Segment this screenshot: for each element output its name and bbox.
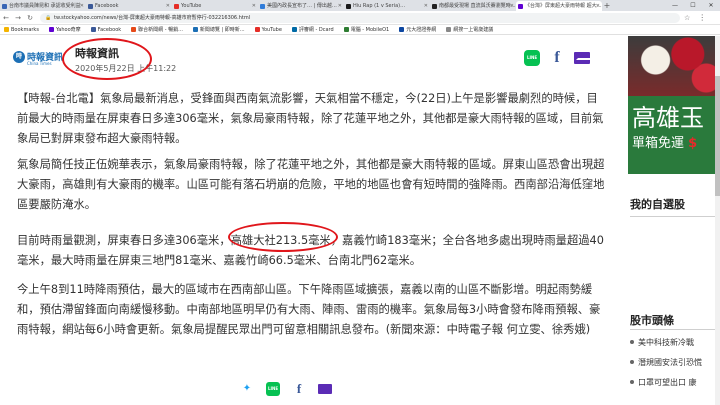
bookmark-item[interactable]: Bookmarks	[4, 27, 39, 33]
address-bar: ← → ↻ 🔒 tw.stockyahoo.com/news/台灣-屏東超大豪雨…	[0, 11, 720, 25]
stock-headlines-heading: 股市頭條	[630, 314, 674, 327]
bookmark-icon	[192, 27, 198, 32]
red-annotation-circle	[62, 38, 152, 80]
red-annotation-circle	[228, 222, 338, 252]
tab-favicon-icon	[432, 4, 437, 9]
bookmark-item[interactable]: Yahoo奇摩	[48, 26, 81, 33]
back-icon[interactable]: ←	[0, 14, 12, 22]
bookmarks-bar: Bookmarks Yahoo奇摩 Facebook 聯合新聞網 - 暢銷...…	[0, 25, 720, 35]
tab-favicon-icon	[260, 4, 265, 9]
url-text: tw.stockyahoo.com/news/台灣-屏東超大豪雨特報-高雄市府暫…	[54, 14, 251, 21]
close-icon[interactable]: ✕	[424, 1, 428, 11]
bookmark-star-icon[interactable]: ☆	[684, 14, 690, 22]
ad-banner[interactable]: 高雄玉 單箱免運 $	[628, 36, 720, 174]
close-icon[interactable]: ✕	[166, 1, 170, 11]
headline-link[interactable]: 口罩可望出口 康	[630, 377, 697, 388]
scrollbar-thumb[interactable]	[715, 76, 720, 196]
tab-favicon-icon	[174, 4, 179, 9]
bookmark-item[interactable]: 電腦 - MobileO1	[343, 26, 389, 33]
maximize-icon[interactable]: ☐	[684, 1, 702, 11]
bookmark-item[interactable]: 聯合新聞網 - 暢銷...	[131, 26, 183, 33]
close-icon[interactable]: ✕	[510, 1, 514, 11]
close-icon[interactable]: ✕	[338, 1, 342, 11]
minimize-icon[interactable]: —	[666, 1, 684, 11]
browser-tab[interactable]: YouTube ✕	[172, 1, 258, 11]
ad-price: $	[688, 136, 698, 151]
line-share-icon[interactable]: LINE	[266, 382, 280, 396]
tab-label: 美國內政長宣布了… | 傳出越…	[267, 3, 337, 9]
bookmark-icon	[131, 27, 137, 32]
mail-share-icon[interactable]	[318, 384, 332, 394]
headline-link[interactable]: 美中科技新冷戰	[630, 337, 694, 348]
bookmark-item[interactable]: 評審網 - Dcard	[291, 26, 334, 33]
browser-tab-bar: 台南市議員陳昆和 承認收受利益 ✕ Facebook ✕ YouTube ✕ 美國內政…	[0, 0, 720, 11]
bookmark-item[interactable]: YouTube	[254, 27, 282, 33]
tab-label: 台南市議員陳昆和 承認收受利益	[9, 3, 81, 9]
twitter-share-icon[interactable]: ✦	[240, 382, 254, 396]
sidebar: 高雄玉 單箱免運 $ 我的自選股 股市頭條 美中科技新冷戰 潛規國安法引恐慌 口…	[608, 36, 720, 405]
reload-icon[interactable]: ↻	[24, 14, 36, 22]
logo-mark-icon: 時	[13, 51, 25, 63]
divider	[630, 329, 720, 330]
bookmark-item[interactable]: Facebook	[90, 27, 121, 33]
tab-label: YouTube	[181, 3, 202, 9]
article-paragraph: 【時報-台北電】氣象局最新消息，受鋒面與西南氣流影響，天氣相當不穩定，今(22日…	[17, 92, 604, 145]
tab-label: 南都最受現場 直流與沃賽瀏覽時…	[439, 3, 516, 9]
article-paragraph: 今上午8到11時降雨預估，最大的區域市在西南部山區。下午降雨區域擴張，嘉義以南的…	[17, 283, 601, 336]
close-icon[interactable]: ✕	[80, 1, 84, 11]
url-input[interactable]: 🔒 tw.stockyahoo.com/news/台灣-屏東超大豪雨特報-高雄市…	[40, 12, 680, 23]
line-share-icon[interactable]: LINE	[524, 50, 540, 66]
source-logo[interactable]: 時 時報資訊 China Times	[13, 50, 63, 70]
close-icon[interactable]: ✕	[596, 1, 600, 11]
browser-tab[interactable]: 台南市議員陳昆和 承認收受利益 ✕	[0, 1, 86, 11]
browser-tab[interactable]: 南都最受現場 直流與沃賽瀏覽時… ✕	[430, 1, 516, 11]
tab-label: Facebook	[95, 3, 119, 9]
page-content: 時 時報資訊 China Times 時報資訊 2020年5月22日 上午11:…	[0, 36, 720, 405]
browser-tab-active[interactable]: 《台灣》屏東超大豪雨特報 超大… ✕	[516, 1, 602, 11]
tab-favicon-icon	[346, 4, 351, 9]
bookmark-item[interactable]: 網搜一上電歲建議	[446, 26, 493, 33]
browser-tab[interactable]: Hiu Rap (1 v Seria)… ✕	[344, 1, 430, 11]
watchlist-heading: 我的自選股	[630, 198, 685, 211]
browser-menu-icon[interactable]: ⋮	[698, 13, 706, 22]
tab-label: 《台灣》屏東超大豪雨特報 超大…	[525, 3, 602, 9]
bookmark-item[interactable]: 元大證證券網	[399, 26, 436, 33]
lock-icon: 🔒	[45, 14, 52, 21]
bookmark-icon	[343, 27, 349, 32]
bookmark-icon	[90, 27, 96, 32]
browser-tab[interactable]: Facebook ✕	[86, 1, 172, 11]
logo-subtitle: China Times	[27, 61, 52, 66]
tab-label: Hiu Rap (1 v Seria)…	[353, 3, 406, 9]
bookmark-icon	[399, 27, 405, 32]
browser-tab[interactable]: 美國內政長宣布了… | 傳出越… ✕	[258, 1, 344, 11]
ad-subtitle: 單箱免運 $	[632, 136, 698, 151]
bookmark-icon	[291, 27, 297, 32]
new-tab-button[interactable]: +	[602, 1, 612, 11]
bookmark-icon	[48, 27, 54, 32]
divider	[630, 216, 720, 217]
forward-icon[interactable]: →	[12, 14, 24, 22]
close-icon[interactable]: ✕	[252, 1, 256, 11]
share-bar-top: LINE f	[524, 50, 592, 66]
ad-title: 高雄玉	[632, 104, 704, 132]
mail-share-icon[interactable]	[574, 52, 592, 64]
share-bar-bottom: ✦ LINE f	[240, 382, 344, 396]
facebook-share-icon[interactable]: f	[292, 382, 306, 396]
headline-link[interactable]: 潛規國安法引恐慌	[630, 357, 702, 368]
bookmark-icon	[446, 27, 452, 32]
tab-favicon-icon	[2, 4, 7, 9]
bookmark-icon	[254, 27, 260, 32]
tab-favicon-icon	[88, 4, 93, 9]
tab-favicon-icon	[518, 4, 523, 9]
bookmark-icon	[4, 27, 9, 32]
article-paragraph: 氣象局簡任技正伍婉華表示，氣象局豪雨特報，除了花蓮平地之外，其他都是豪大雨特報的…	[17, 158, 605, 211]
facebook-share-icon[interactable]: f	[550, 50, 564, 66]
article: 時 時報資訊 China Times 時報資訊 2020年5月22日 上午11:…	[0, 36, 608, 405]
ad-fruit-image	[628, 36, 720, 96]
window-controls: — ☐ ✕	[666, 1, 720, 11]
bookmark-item[interactable]: 新聞總覽 | 即時新...	[192, 26, 245, 33]
scrollbar[interactable]	[715, 36, 720, 405]
close-window-icon[interactable]: ✕	[702, 1, 720, 11]
